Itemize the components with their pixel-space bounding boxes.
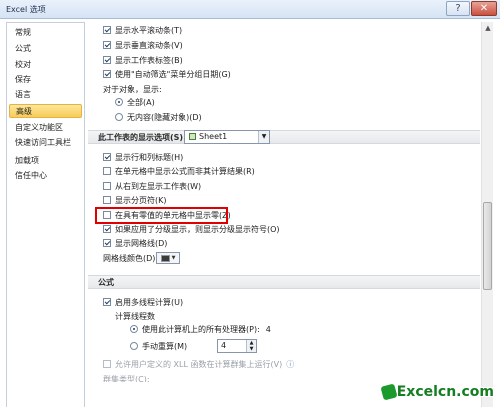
scroll-thumb[interactable] [483,202,492,290]
option-show-sheet-tabs[interactable]: 显示工作表标签(B) [103,54,183,66]
spin-arrows-icon[interactable]: ▲ ▼ [246,340,256,352]
option-group-dates[interactable]: 使用"自动筛选"菜单分组日期(G) [103,68,231,80]
option-gridlines[interactable]: 显示网格线(D) [103,237,167,249]
checkbox[interactable] [103,56,111,64]
checkbox[interactable] [103,360,111,368]
radio-manual-threads[interactable]: 手动重算(M) [130,340,187,352]
sidebar-item-addins[interactable]: 加载项 [9,154,82,168]
radio-objects-all[interactable]: 全部(A) [115,96,155,108]
sidebar-item-save[interactable]: 保存 [9,73,82,87]
radio-objects-none[interactable]: 无内容(隐藏对象)(D) [115,111,202,123]
gridline-color-picker[interactable]: ▼ [156,252,180,264]
radio-all-processors[interactable]: 使用此计算机上的所有处理器(P): 4 [130,323,271,335]
checkbox[interactable] [103,298,111,306]
sheet-icon [189,133,196,140]
watermark: Excelcn.com [378,380,498,404]
sidebar-item-general[interactable]: 常规 [9,26,82,40]
checkbox[interactable] [103,41,111,49]
checkbox[interactable] [103,167,111,175]
checkbox[interactable] [103,196,111,204]
sheet-options-section: 此工作表的显示选项(S): [88,130,480,144]
option-page-breaks[interactable]: 显示分页符(K) [103,194,167,206]
chevron-down-icon: ▼ [171,255,176,261]
option-show-vscroll[interactable]: 显示垂直滚动条(V) [103,39,183,51]
sidebar-item-advanced[interactable]: 高级 [9,104,82,118]
chevron-down-icon: ▼ [258,131,269,143]
checkbox[interactable] [103,239,111,247]
sidebar-item-quick-access[interactable]: 快速访问工具栏 [9,136,82,150]
gridline-color-label: 网格线颜色(D) [103,253,156,263]
checkbox[interactable] [103,70,111,78]
radio-button[interactable] [130,342,138,350]
sidebar-item-proofing[interactable]: 校对 [9,58,82,72]
checkbox[interactable] [103,26,111,34]
sidebar-item-language[interactable]: 语言 [9,88,82,102]
option-show-formulas[interactable]: 在单元格中显示公式而非其计算结果(R) [103,165,255,177]
formula-section: 公式 [88,275,480,289]
highlight-box [95,207,228,224]
checkbox[interactable] [103,153,111,161]
thread-count-stepper[interactable]: 4 ▲ ▼ [217,339,257,353]
option-outline-symbols[interactable]: 如果应用了分级显示，则显示分级显示符号(O) [103,223,280,235]
window-title: Excel 选项 [6,5,46,14]
close-button[interactable]: ✕ [471,1,497,16]
option-show-headers[interactable]: 显示行和列标题(H) [103,151,183,163]
help-button[interactable]: ? [446,1,470,16]
checkbox[interactable] [103,182,111,190]
color-swatch [160,254,170,262]
option-show-hscroll[interactable]: 显示水平滚动条(T) [103,24,182,36]
objects-label: 对于对象，显示: [103,84,162,94]
title-bar: Excel 选项 ? ✕ [0,0,500,19]
sidebar-item-customize-ribbon[interactable]: 自定义功能区 [9,121,82,135]
scrollbar[interactable]: ▲ [481,22,493,407]
radio-button[interactable] [115,113,123,121]
radio-button[interactable] [130,325,138,333]
info-icon: ⓘ [286,359,295,369]
cluster-type-row: 群集类型(C): [103,375,150,382]
radio-button[interactable] [115,98,123,106]
checkbox[interactable] [103,225,111,233]
option-multithread[interactable]: 启用多线程计算(U) [103,296,183,308]
sidebar: 常规 公式 校对 保存 语言 高级 自定义功能区 快速访问工具栏 加载项 信任中… [6,22,85,407]
sidebar-item-trust-center[interactable]: 信任中心 [9,169,82,183]
thread-count-label: 计算线程数 [115,311,155,321]
processor-count: 4 [265,324,271,334]
watermark-text: Excelcn.com [396,384,494,400]
option-xll-cluster[interactable]: 允许用户定义的 XLL 函数在计算群集上运行(V) ⓘ [103,358,294,370]
sheet-section-label: 此工作表的显示选项(S): [98,133,187,142]
scroll-up-icon[interactable]: ▲ [483,23,493,34]
option-rtl[interactable]: 从右到左显示工作表(W) [103,180,201,192]
sidebar-item-formulas[interactable]: 公式 [9,42,82,56]
sheet-select[interactable]: Sheet1 ▼ [184,130,270,144]
